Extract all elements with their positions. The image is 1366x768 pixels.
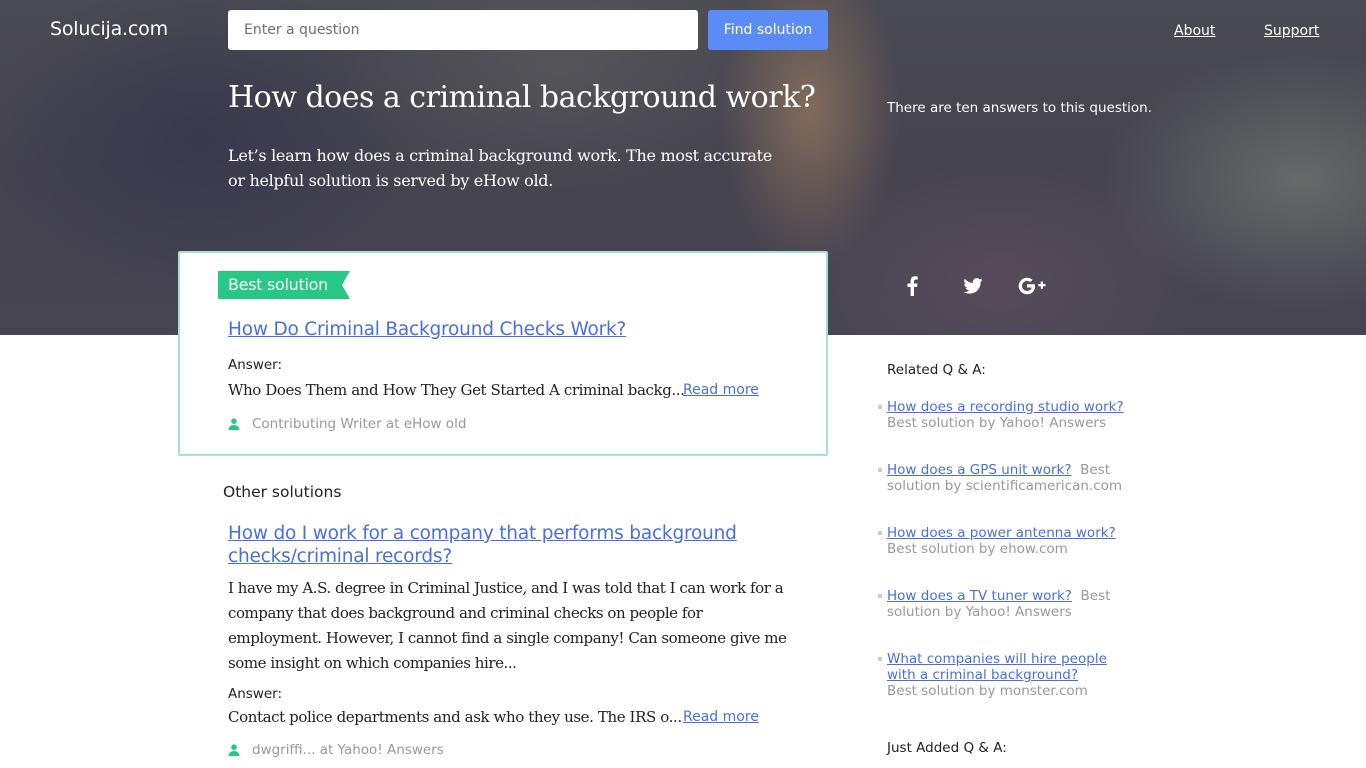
other-solutions-heading: Other solutions [223,483,342,501]
answer-author: Contributing Writer at eHow old [228,416,466,432]
related-source: Best solution by ehow.com [887,541,1068,557]
answer-author: dwgriffi... at Yahoo! Answers [228,742,788,758]
page-intro: Let’s learn how does a criminal backgrou… [228,146,772,190]
answer-excerpt: Contact police departments and ask who t… [228,708,682,726]
related-link[interactable]: How does a power antenna work? [887,525,1116,541]
author-name: dwgriffi... at Yahoo! Answers [252,742,444,758]
related-item: How does a recording studio work? Best s… [878,399,1137,431]
site-logo[interactable]: Solucija.com [50,18,168,40]
twitter-share-button[interactable] [958,272,988,300]
find-solution-button[interactable]: Find solution [708,10,828,50]
read-more-link[interactable]: Read more [683,709,759,725]
answer-row: Contact police departments and ask who t… [228,708,788,728]
best-solution-badge: Best solution [218,271,350,299]
related-qa-heading: Related Q & A: [887,362,986,378]
facebook-icon [907,276,918,296]
related-link[interactable]: What companies will hire people with a c… [887,651,1107,683]
related-link[interactable]: How does a TV tuner work? [887,588,1072,604]
author-name: Contributing Writer at eHow old [252,416,467,432]
google-plus-icon [1018,277,1046,295]
answer-count: There are ten answers to this question. [887,100,1152,116]
page-title: How does a criminal background work? [228,80,816,115]
nav-support-link[interactable]: Support [1264,23,1319,39]
solution-item: How do I work for a company that perform… [228,522,788,758]
answer-label: Answer: [228,357,283,373]
related-source: Best solution by monster.com [887,683,1088,699]
related-source: Best solution by Yahoo! Answers [887,415,1106,431]
answer-excerpt: Who Does Them and How They Get Started A… [228,381,685,399]
search-input[interactable] [228,10,698,50]
related-qa-list: How does a recording studio work? Best s… [878,399,1137,699]
related-item: How does a power antenna work? Best solu… [878,525,1137,557]
just-added-heading: Just Added Q & A: [887,740,1007,756]
related-link[interactable]: How does a recording studio work? [887,399,1124,415]
question-excerpt: I have my A.S. degree in Criminal Justic… [228,579,787,672]
sidebar: Related Q & A: How does a recording stud… [878,362,1137,756]
facebook-share-button[interactable] [897,272,927,300]
related-item: What companies will hire people with a c… [878,651,1112,699]
read-more-link[interactable]: Read more [683,382,759,398]
related-link[interactable]: How does a GPS unit work? [887,462,1072,478]
answer-label: Answer: [228,686,283,702]
user-icon [228,418,240,430]
related-item: How does a GPS unit work? Best solution … [878,462,1137,494]
solution-title-link[interactable]: How do I work for a company that perform… [228,522,748,568]
nav-about-link[interactable]: About [1174,23,1215,39]
google-plus-share-button[interactable] [1018,272,1048,300]
twitter-icon [963,278,983,294]
best-solution-title-link[interactable]: How Do Criminal Background Checks Work? [228,318,626,341]
related-item: How does a TV tuner work? Best solution … [878,588,1137,620]
best-solution-card: Best solution How Do Criminal Background… [178,251,828,456]
user-icon [228,744,240,756]
